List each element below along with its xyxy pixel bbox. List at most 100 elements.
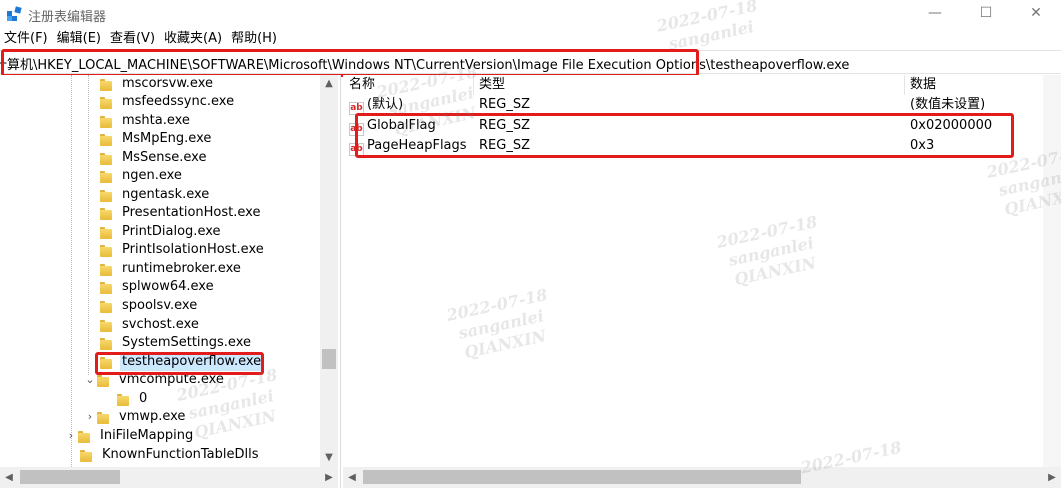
- string-value-icon: ab: [349, 143, 364, 156]
- folder-icon: [100, 133, 112, 146]
- value-name: PageHeapFlags: [367, 138, 467, 153]
- tree-item[interactable]: KnownFunctionTableDlls: [80, 446, 261, 464]
- tree-item[interactable]: ngen.exe: [100, 167, 184, 185]
- tree-item-label: MsMpEng.exe: [122, 131, 212, 146]
- folder-icon: [100, 281, 112, 294]
- folder-icon: [80, 449, 92, 462]
- tree-horizontal-scrollbar[interactable]: ◀ ▶: [0, 467, 338, 488]
- scroll-down-icon[interactable]: ▼: [320, 449, 338, 467]
- value-data: 0x3: [910, 138, 935, 153]
- tree-item-label: IniFileMapping: [100, 428, 194, 443]
- column-header-data[interactable]: 数据: [910, 75, 936, 95]
- value-row[interactable]: ab PageHeapFlags REG_SZ 0x3: [343, 136, 1061, 156]
- menu-help[interactable]: 帮助(H): [227, 29, 282, 49]
- scroll-left-icon[interactable]: ◀: [0, 467, 18, 488]
- column-separator[interactable]: [904, 75, 905, 95]
- tree-item-label: splwow64.exe: [122, 279, 214, 294]
- tree-item[interactable]: PrintDialog.exe: [100, 223, 223, 241]
- value-name: GlobalFlag: [367, 118, 436, 133]
- tree-item[interactable]: spoolsv.exe: [100, 297, 199, 315]
- tree-item[interactable]: MsMpEng.exe: [100, 130, 213, 148]
- folder-icon: [100, 152, 112, 165]
- tree-item[interactable]: 0: [117, 390, 149, 408]
- tree-item-label: svchost.exe: [122, 317, 199, 332]
- tree-vertical-scrollbar[interactable]: ▲ ▼: [320, 75, 338, 467]
- chevron-right-icon[interactable]: ›: [83, 408, 97, 426]
- folder-icon: [100, 189, 112, 202]
- chevron-down-icon[interactable]: ⌄: [83, 371, 97, 389]
- tree-item-label: runtimebroker.exe: [122, 261, 241, 276]
- menu-favorites[interactable]: 收藏夹(A): [160, 29, 227, 49]
- scroll-up-icon[interactable]: ▲: [320, 75, 338, 93]
- value-name-cell: ab GlobalFlag: [349, 116, 436, 136]
- folder-icon: [100, 170, 112, 183]
- scroll-right-icon[interactable]: ▶: [1043, 467, 1061, 488]
- folder-icon: [100, 207, 112, 220]
- column-header-name[interactable]: 名称: [349, 75, 375, 95]
- tree-item[interactable]: ngentask.exe: [100, 186, 211, 204]
- folder-icon: [100, 356, 112, 369]
- tree-item-label: mshta.exe: [122, 113, 190, 128]
- column-separator[interactable]: [473, 75, 474, 95]
- menu-view[interactable]: 查看(V): [106, 29, 160, 49]
- value-data: 0x02000000: [910, 118, 993, 133]
- tree-item[interactable]: mshta.exe: [100, 112, 192, 130]
- tree-item[interactable]: › vmwp.exe: [83, 408, 187, 426]
- tree-item-label: MsSense.exe: [122, 150, 207, 165]
- minimize-button[interactable]: —: [912, 0, 958, 28]
- tree-item[interactable]: runtimebroker.exe: [100, 260, 243, 278]
- values-horizontal-scrollbar[interactable]: ◀ ▶: [343, 467, 1061, 488]
- scroll-left-icon[interactable]: ◀: [343, 467, 361, 488]
- tree-item[interactable]: ⌄ vmcompute.exe: [83, 371, 226, 389]
- chevron-right-icon[interactable]: ›: [64, 427, 78, 445]
- tree-item[interactable]: PrintIsolationHost.exe: [100, 241, 266, 259]
- value-type: REG_SZ: [479, 118, 530, 133]
- tree-item[interactable]: splwow64.exe: [100, 278, 216, 296]
- folder-icon: [100, 78, 112, 91]
- scroll-thumb[interactable]: [20, 470, 120, 484]
- tree-item-label: PresentationHost.exe: [122, 205, 261, 220]
- value-name-cell: ab (默认): [349, 95, 403, 115]
- tree-item[interactable]: svchost.exe: [100, 316, 201, 334]
- folder-icon: [100, 300, 112, 313]
- values-list: 名称 类型 数据 ab (默认) REG_SZ (数值未设置) ab GlobalF…: [343, 75, 1061, 488]
- maximize-button[interactable]: ☐: [963, 0, 1009, 28]
- address-bar[interactable]: 计算机\HKEY_LOCAL_MACHINE\SOFTWARE\Microsof…: [0, 50, 1061, 74]
- scroll-thumb[interactable]: [363, 470, 801, 484]
- value-row[interactable]: ab (默认) REG_SZ (数值未设置): [343, 95, 1061, 115]
- folder-icon: [78, 430, 90, 443]
- string-value-icon: ab: [349, 102, 364, 115]
- tree-item[interactable]: › IniFileMapping: [64, 427, 195, 445]
- value-type: REG_SZ: [479, 138, 530, 153]
- folder-icon: [100, 244, 112, 257]
- tree-item-label: KnownFunctionTableDlls: [102, 447, 259, 462]
- tree-item[interactable]: MsSense.exe: [100, 149, 208, 167]
- tree-item-selected[interactable]: testheapoverflow.exe: [100, 353, 264, 371]
- folder-icon: [100, 115, 112, 128]
- tree-item-label: vmcompute.exe: [119, 372, 224, 387]
- value-row[interactable]: ab GlobalFlag REG_SZ 0x02000000: [343, 116, 1061, 136]
- tree-guide-line: [71, 75, 72, 467]
- address-path[interactable]: 计算机\HKEY_LOCAL_MACHINE\SOFTWARE\Microsof…: [0, 54, 849, 73]
- tree-item[interactable]: msfeedssync.exe: [100, 93, 236, 111]
- close-button[interactable]: ✕: [1013, 0, 1059, 28]
- scroll-right-icon[interactable]: ▶: [320, 467, 338, 488]
- tree-item[interactable]: mscorsvw.exe: [100, 75, 215, 93]
- menu-edit[interactable]: 编辑(E): [53, 29, 106, 49]
- tree-item-label: mscorsvw.exe: [122, 76, 213, 91]
- tree-item-label: 0: [139, 391, 148, 406]
- column-header-type[interactable]: 类型: [479, 75, 505, 95]
- tree-item-label: vmwp.exe: [119, 409, 186, 424]
- menu-file[interactable]: 文件(F): [0, 29, 53, 49]
- menu-bar: 文件(F) 编辑(E) 查看(V) 收藏夹(A) 帮助(H): [0, 29, 282, 49]
- value-name: (默认): [367, 97, 404, 112]
- tree-item-label: testheapoverflow.exe: [120, 353, 264, 371]
- tree-item[interactable]: PresentationHost.exe: [100, 204, 262, 222]
- folder-icon: [100, 337, 112, 350]
- folder-icon: [100, 226, 112, 239]
- registry-tree: mscorsvw.exe msfeedssync.exe mshta.exe M…: [0, 75, 341, 488]
- tree-item[interactable]: SystemSettings.exe: [100, 334, 253, 352]
- scroll-thumb[interactable]: [322, 349, 336, 369]
- folder-icon: [100, 96, 112, 109]
- tree-item-label: ngentask.exe: [122, 187, 210, 202]
